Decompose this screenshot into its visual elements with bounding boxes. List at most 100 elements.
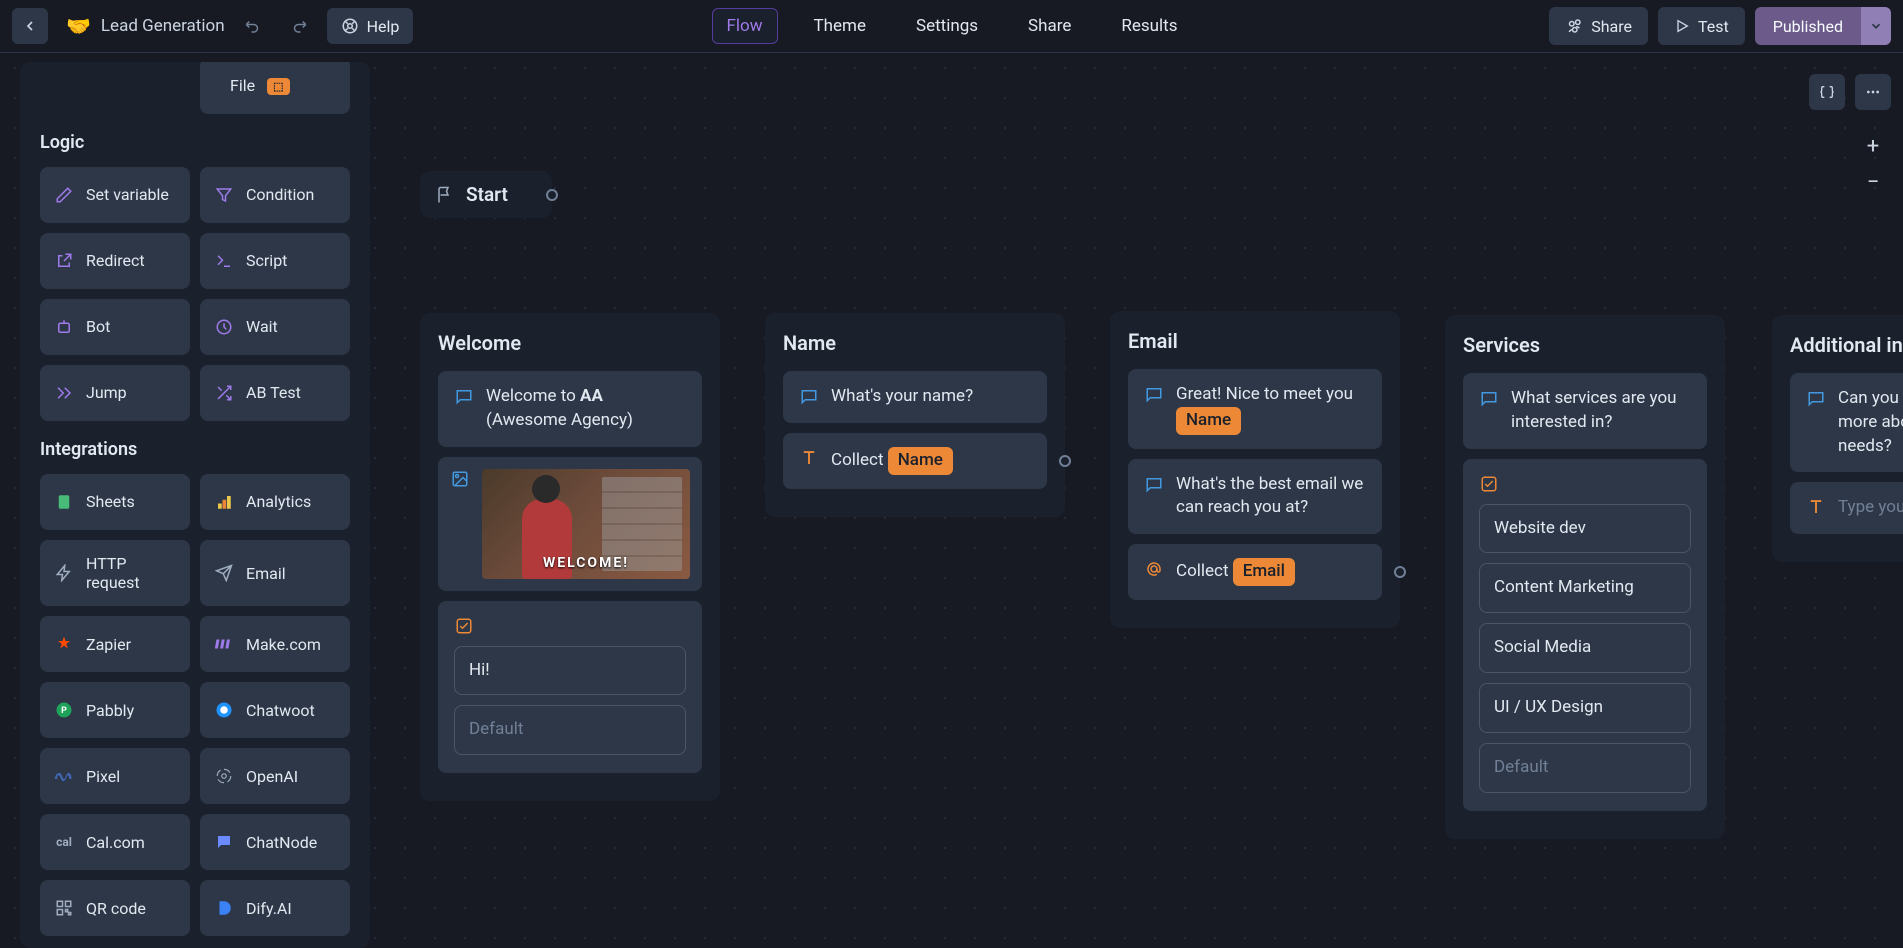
block-pabbly[interactable]: P Pabbly [40,682,190,738]
back-button[interactable] [12,8,48,44]
sheets-icon [54,492,74,512]
message-bubble[interactable]: What's your name? [783,371,1047,423]
block-email[interactable]: Email [200,540,350,606]
more-button[interactable] [1855,74,1891,110]
node-services[interactable]: Services What services are you intereste… [1445,315,1725,839]
block-sheets[interactable]: Sheets [40,474,190,530]
option-item[interactable]: UI / UX Design [1479,683,1691,733]
chevron-down-icon[interactable] [1861,7,1891,45]
calcom-icon: cal [54,832,74,852]
zoom-in-button[interactable]: + [1855,128,1891,164]
option-default[interactable]: Default [454,705,686,755]
message-bubble[interactable]: Great! Nice to meet you Name [1128,369,1382,449]
block-condition[interactable]: Condition [200,167,350,223]
tab-share[interactable]: Share [1014,9,1085,43]
block-chatnode[interactable]: ChatNode [200,814,350,870]
node-start[interactable]: Start [420,171,552,218]
message-text: What services are you interested in? [1511,387,1691,435]
block-http[interactable]: HTTP request [40,540,190,606]
block-redirect[interactable]: Redirect [40,233,190,289]
block-dify[interactable]: Dify.AI [200,880,350,936]
message-text: Welcome to AA (Awesome Agency) [486,385,686,433]
message-bubble[interactable]: What's the best email we can reach you a… [1128,459,1382,535]
block-file[interactable]: File ⬚ [200,62,350,114]
block-bot[interactable]: Bot [40,299,190,355]
option-item[interactable]: Content Marketing [1479,563,1691,613]
chat-icon [454,386,474,406]
port-out[interactable] [1059,455,1071,467]
nav-tabs: Flow Theme Settings Share Results [712,8,1192,44]
input-placeholder: Type you [1838,496,1903,520]
node-title: Welcome [438,331,702,355]
node-start-label: Start [466,183,508,206]
option-item[interactable]: Social Media [1479,623,1691,673]
input-bubble[interactable]: Type you [1790,482,1903,534]
block-calcom[interactable]: cal Cal.com [40,814,190,870]
undo-button[interactable] [235,8,271,44]
zoom-out-button[interactable]: − [1855,164,1891,200]
node-email[interactable]: Email Great! Nice to meet you Name What'… [1110,311,1400,628]
block-set-variable[interactable]: Set variable [40,167,190,223]
variable-chip: Name [888,447,953,475]
chat-icon [1806,388,1826,408]
canvas-tools [1809,74,1891,110]
project-emoji: 🤝 [66,14,91,38]
pabbly-icon: P [54,700,74,720]
block-make[interactable]: Make.com [200,616,350,672]
block-chatwoot[interactable]: Chatwoot [200,682,350,738]
message-bubble[interactable]: What services are you interested in? [1463,373,1707,449]
options-bubble[interactable]: Website dev Content Marketing Social Med… [1463,459,1707,811]
block-script[interactable]: Script [200,233,350,289]
checkbox-icon [454,616,474,636]
message-text: Great! Nice to meet you Name [1176,383,1366,435]
options-bubble[interactable]: Hi! Default [438,601,702,774]
node-title: Services [1463,333,1707,357]
message-bubble[interactable]: Can you t more abo needs? [1790,373,1903,472]
port-out[interactable] [546,189,558,201]
block-analytics[interactable]: Analytics [200,474,350,530]
variable-chip: Email [1233,558,1295,586]
collect-bubble[interactable]: Collect Email [1128,544,1382,600]
block-abtest[interactable]: AB Test [200,365,350,421]
image-bubble[interactable]: WELCOME! [438,457,702,591]
code-brackets-button[interactable] [1809,74,1845,110]
send-icon [214,563,234,583]
chat-icon [1144,474,1164,494]
block-qrcode[interactable]: QR code [40,880,190,936]
published-button[interactable]: Published [1755,7,1891,45]
collect-bubble[interactable]: Collect Name [783,433,1047,489]
node-name[interactable]: Name What's your name? Collect Name [765,313,1065,517]
tab-theme[interactable]: Theme [800,9,880,43]
filter-icon [214,185,234,205]
chatwoot-icon [214,700,234,720]
node-additional[interactable]: Additional information Can you t more ab… [1772,315,1903,562]
message-bubble[interactable]: Welcome to AA (Awesome Agency) [438,371,702,447]
openai-icon [214,766,234,786]
test-button[interactable]: Test [1658,7,1745,45]
port-out[interactable] [1394,566,1406,578]
node-welcome[interactable]: Welcome Welcome to AA (Awesome Agency) W… [420,313,720,801]
tab-results[interactable]: Results [1107,9,1191,43]
block-jump[interactable]: Jump [40,365,190,421]
shuffle-icon [214,383,234,403]
block-wait[interactable]: Wait [200,299,350,355]
option-item[interactable]: Website dev [1479,504,1691,554]
meta-icon [54,766,74,786]
option-default[interactable]: Default [1479,743,1691,793]
chat-icon [799,386,819,406]
block-pixel[interactable]: Pixel [40,748,190,804]
variable-chip: Name [1176,407,1241,435]
blocks-sidebar[interactable]: File ⬚ Logic Set variable Condition Redi… [20,62,370,948]
block-zapier[interactable]: Zapier [40,616,190,672]
block-openai[interactable]: OpenAI [200,748,350,804]
project-title[interactable]: Lead Generation [101,16,225,36]
tab-settings[interactable]: Settings [902,9,992,43]
zoom-controls: + − [1855,128,1891,200]
option-hi[interactable]: Hi! [454,646,686,696]
tab-flow[interactable]: Flow [712,8,778,44]
redo-button[interactable] [281,8,317,44]
chat-icon [1479,388,1499,408]
help-button[interactable]: Help [327,8,414,44]
share-button[interactable]: Share [1549,7,1648,45]
zapier-icon [54,634,74,654]
